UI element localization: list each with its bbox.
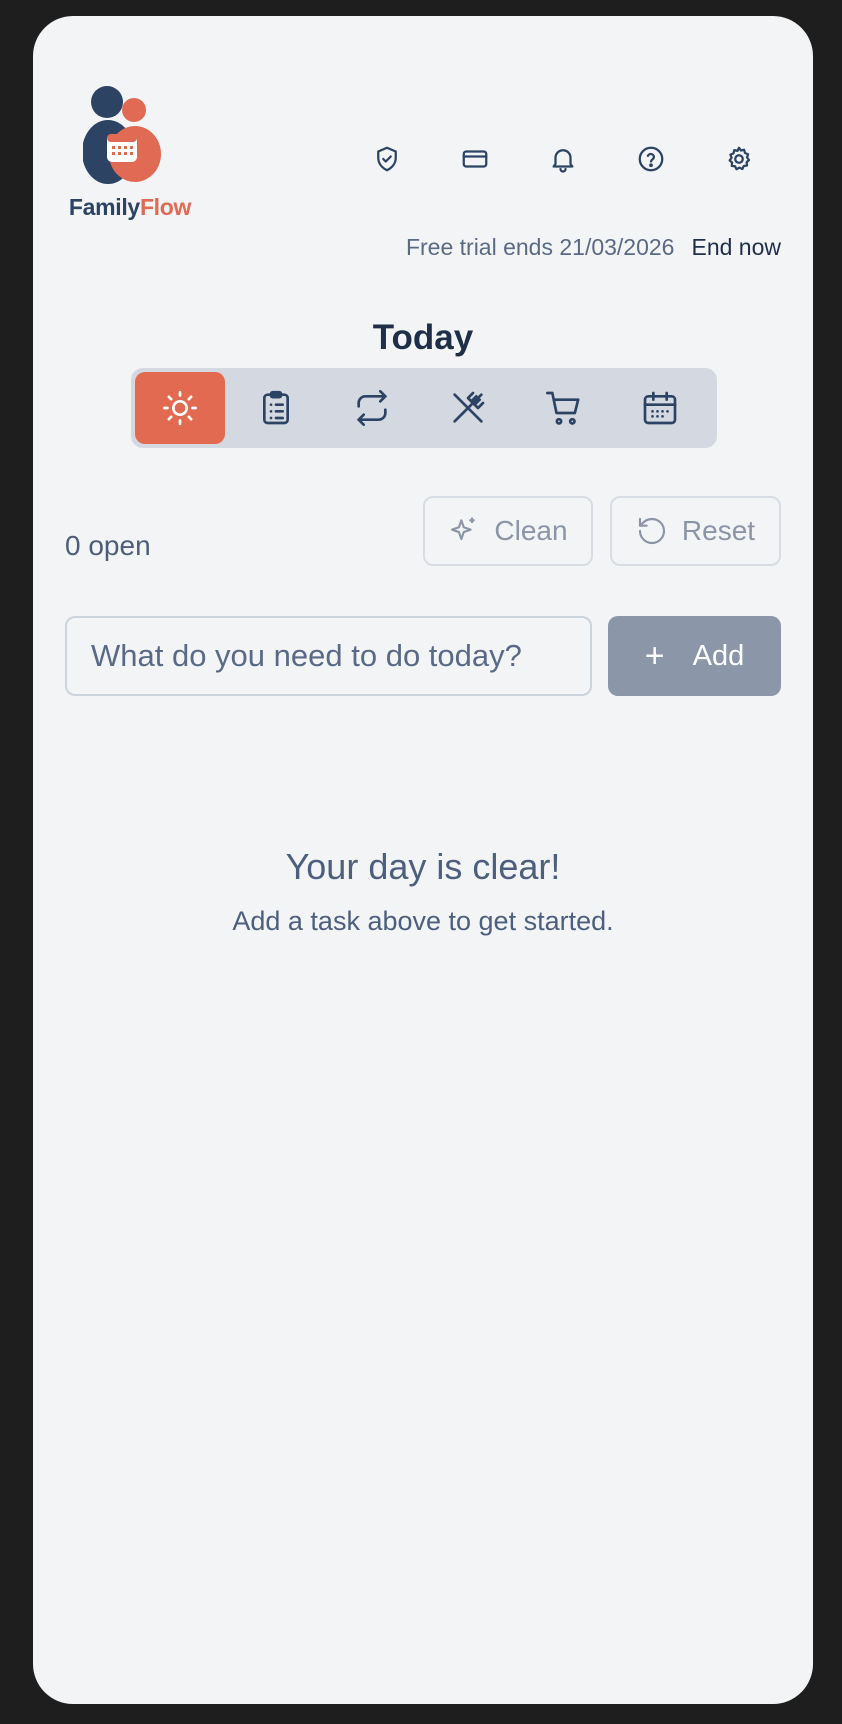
clean-button-label: Clean: [494, 515, 568, 546]
sparkles-icon: [451, 517, 476, 541]
tab-tasks[interactable]: [231, 372, 321, 444]
billing-button[interactable]: [431, 124, 519, 194]
help-circle-icon: [638, 146, 664, 172]
rotate-ccw-icon: [638, 517, 665, 545]
sun-icon: [162, 390, 198, 426]
clean-button[interactable]: Clean: [423, 496, 593, 566]
open-task-count: 0 open: [65, 530, 151, 561]
plus-icon: +: [644, 636, 665, 675]
notifications-button[interactable]: [519, 124, 607, 194]
add-task-button[interactable]: + Add: [608, 616, 781, 696]
tab-meals[interactable]: [423, 372, 513, 444]
empty-state-title: Your day is clear!: [285, 846, 561, 887]
end-trial-link[interactable]: End now: [691, 234, 781, 261]
repeat-icon: [357, 390, 387, 426]
trial-banner: Free trial ends 21/03/2026 End now: [406, 234, 781, 261]
new-task-input[interactable]: [65, 616, 592, 696]
reset-button[interactable]: Reset: [610, 496, 781, 566]
privacy-button[interactable]: [343, 124, 431, 194]
brand-logo[interactable]: FamilyFlow: [65, 86, 195, 224]
utensils-crossed-icon: [453, 391, 485, 423]
empty-state-subtitle: Add a task above to get started.: [232, 906, 614, 936]
shield-check-icon: [377, 146, 397, 172]
clipboard-list-icon: [263, 390, 289, 425]
bell-icon: [552, 149, 574, 173]
header-actions: [343, 124, 783, 194]
tab-routines[interactable]: [327, 372, 417, 444]
settings-gear-icon: [728, 146, 751, 171]
tab-calendar[interactable]: [615, 372, 705, 444]
trial-status-text: Free trial ends 21/03/2026: [405, 234, 675, 260]
view-tabs: [131, 368, 717, 448]
brand-name-part1: Family: [68, 194, 140, 220]
brand-wordmark: FamilyFlow: [65, 194, 195, 221]
help-button[interactable]: [607, 124, 695, 194]
app-screen: FamilyFlow Free trial ends 21/03/2026 En…: [33, 16, 813, 1704]
tab-today[interactable]: [135, 372, 225, 444]
page-title: Today: [372, 318, 474, 357]
credit-card-icon: [462, 150, 488, 168]
calendar-icon: [643, 391, 677, 425]
reset-button-label: Reset: [681, 515, 756, 546]
settings-button[interactable]: [695, 124, 783, 194]
add-button-label: Add: [692, 639, 745, 672]
shopping-cart-icon: [546, 391, 580, 425]
family-logo-icon: [83, 86, 161, 184]
brand-name-part2: Flow: [139, 194, 192, 220]
tab-shopping[interactable]: [519, 372, 609, 444]
